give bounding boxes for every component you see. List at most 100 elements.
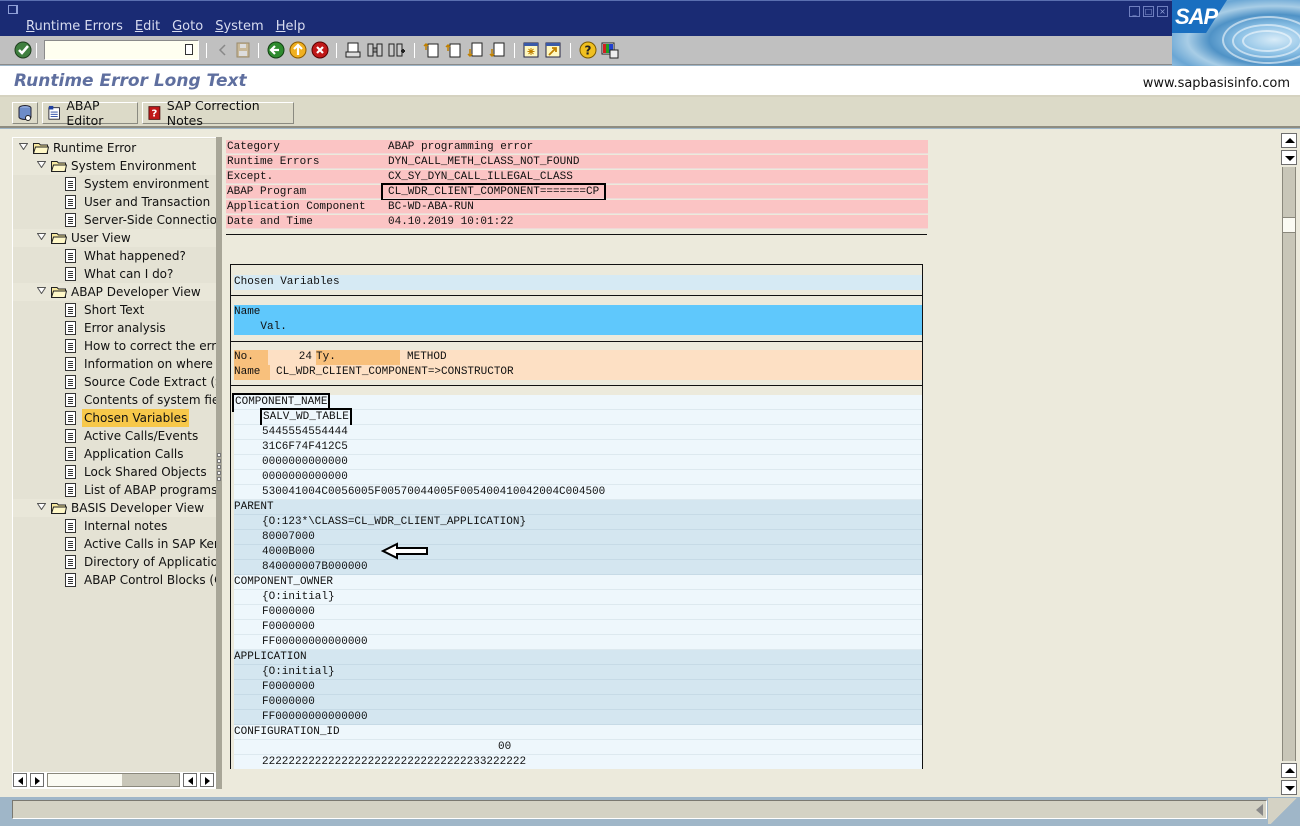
tree-scroll-track[interactable]	[47, 773, 180, 787]
shortcut-icon[interactable]	[544, 41, 562, 59]
menu-goto[interactable]: Goto	[166, 19, 209, 34]
variable-row: FF00000000000000	[234, 710, 922, 725]
scroll-up-icon[interactable]	[1281, 763, 1297, 778]
help-icon[interactable]: ?	[579, 41, 597, 59]
document-icon	[65, 321, 76, 335]
variable-row: COMPONENT_OWNER	[234, 575, 922, 590]
expand-triangle-icon[interactable]	[37, 503, 46, 510]
variable-row: F0000000	[234, 605, 922, 620]
tree-doc-node[interactable]: Server-Side Connection	[13, 211, 216, 229]
panel-splitter[interactable]	[216, 137, 222, 789]
create-session-icon[interactable]	[522, 41, 540, 59]
tree-scroll-thumb[interactable]	[48, 774, 122, 786]
print-icon[interactable]	[344, 41, 362, 59]
scroll-left-icon[interactable]	[13, 773, 27, 787]
expand-triangle-icon[interactable]	[19, 143, 28, 150]
close-icon[interactable]: ×	[1157, 6, 1168, 17]
first-page-icon[interactable]	[422, 41, 440, 59]
tree-doc-node[interactable]: User and Transaction	[13, 193, 216, 211]
resize-grip-icon[interactable]	[1268, 798, 1300, 824]
scroll-down-icon[interactable]	[1281, 150, 1297, 165]
status-expand-icon[interactable]	[1256, 804, 1263, 816]
type-value: METHOD	[407, 351, 447, 363]
menu-system[interactable]: System	[209, 19, 270, 34]
expand-triangle-icon[interactable]	[37, 287, 46, 294]
back-icon[interactable]	[267, 41, 285, 59]
next-page-icon[interactable]	[466, 41, 484, 59]
header-info-value: CX_SY_DYN_CALL_ILLEGAL_CLASS	[388, 171, 573, 183]
tree-doc-node[interactable]: Chosen Variables	[13, 409, 216, 427]
scroll-right-icon[interactable]	[30, 773, 44, 787]
tree-doc-node[interactable]: What can I do?	[13, 265, 216, 283]
tree-doc-node[interactable]: Error analysis	[13, 319, 216, 337]
minimize-icon[interactable]: _	[1129, 6, 1140, 17]
tree-node-label: What can I do?	[84, 267, 174, 281]
scroll-right-icon[interactable]	[200, 773, 214, 787]
previous-page-icon[interactable]	[444, 41, 462, 59]
abap-editor-label: ABAP Editor	[66, 98, 104, 128]
variable-value: 0000000000000	[262, 471, 348, 483]
method-number-row: No. 24 Ty. METHOD	[234, 350, 922, 365]
variable-value: {O:initial}	[262, 591, 335, 603]
tree-doc-node[interactable]: Application Calls	[13, 445, 216, 463]
tree-doc-node[interactable]: Contents of system field	[13, 391, 216, 409]
tree-doc-node[interactable]: How to correct the erro	[13, 337, 216, 355]
tree-folder-node[interactable]: Runtime Error	[13, 139, 216, 157]
system-menu-icon[interactable]	[8, 5, 18, 14]
tree-doc-node[interactable]: Directory of Application	[13, 553, 216, 571]
menu-runtime-errors[interactable]: Runtime Errors	[20, 19, 129, 34]
sap-logo: SAP	[1172, 0, 1300, 66]
cancel-icon[interactable]	[311, 41, 329, 59]
vertical-scroll-track[interactable]	[1282, 167, 1296, 761]
tree-doc-node[interactable]: Information on where te	[13, 355, 216, 373]
command-field[interactable]	[44, 40, 199, 60]
database-button[interactable]	[12, 102, 38, 124]
sap-correction-notes-button[interactable]: ? SAP Correction Notes	[142, 98, 294, 128]
tree-doc-node[interactable]: Short Text	[13, 301, 216, 319]
tree-doc-node[interactable]: List of ABAP programs a	[13, 481, 216, 499]
tree-doc-node[interactable]: System environment	[13, 175, 216, 193]
scroll-down-icon[interactable]	[1281, 780, 1297, 795]
menu-help[interactable]: Help	[270, 19, 312, 34]
exit-icon[interactable]	[289, 41, 307, 59]
tree-folder-node[interactable]: ABAP Developer View	[13, 283, 216, 301]
scroll-left-icon[interactable]	[183, 773, 197, 787]
tree-folder-node[interactable]: BASIS Developer View	[13, 499, 216, 517]
maximize-icon[interactable]: □	[1143, 6, 1154, 17]
standard-toolbar: ?	[0, 36, 1172, 65]
header-info-key: Application Component	[227, 201, 366, 213]
tree-doc-node[interactable]: Active Calls in SAP Kerne	[13, 535, 216, 553]
vertical-scroll-thumb[interactable]	[1282, 217, 1296, 233]
tree-doc-node[interactable]: Internal notes	[13, 517, 216, 535]
tree-folder-node[interactable]: System Environment	[13, 157, 216, 175]
expand-triangle-icon[interactable]	[37, 161, 46, 168]
document-icon	[65, 411, 76, 425]
document-icon	[65, 177, 76, 191]
name-label: Name	[234, 365, 270, 380]
tree-doc-node[interactable]: Lock Shared Objects	[13, 463, 216, 481]
tree-folder-node[interactable]: User View	[13, 229, 216, 247]
variable-value: {O:initial}	[262, 666, 335, 678]
command-dropdown-icon[interactable]	[185, 44, 193, 55]
scroll-up-icon[interactable]	[1281, 133, 1297, 148]
abap-editor-button[interactable]: ABAP Editor	[42, 98, 138, 128]
document-icon	[65, 195, 76, 209]
save-icon[interactable]	[234, 41, 252, 59]
find-icon[interactable]	[366, 41, 384, 59]
enter-icon[interactable]	[14, 41, 32, 59]
tree-doc-node[interactable]: Active Calls/Events	[13, 427, 216, 445]
tree-doc-node[interactable]: What happened?	[13, 247, 216, 265]
menu-edit[interactable]: Edit	[129, 19, 166, 34]
back-arrow-icon[interactable]	[214, 41, 232, 59]
status-message	[12, 800, 1267, 819]
variable-row: COMPONENT_NAME	[231, 393, 922, 412]
find-next-icon[interactable]	[388, 41, 406, 59]
tree-horizontal-scrollbar[interactable]	[12, 772, 216, 789]
tree-doc-node[interactable]: ABAP Control Blocks (CC	[13, 571, 216, 589]
customize-layout-icon[interactable]	[601, 41, 619, 59]
variable-value: {O:123*\CLASS=CL_WDR_CLIENT_APPLICATION}	[262, 516, 527, 528]
tree-doc-node[interactable]: Source Code Extract (Sc	[13, 373, 216, 391]
header-info-value: DYN_CALL_METH_CLASS_NOT_FOUND	[388, 156, 580, 168]
last-page-icon[interactable]	[488, 41, 506, 59]
expand-triangle-icon[interactable]	[37, 233, 46, 240]
